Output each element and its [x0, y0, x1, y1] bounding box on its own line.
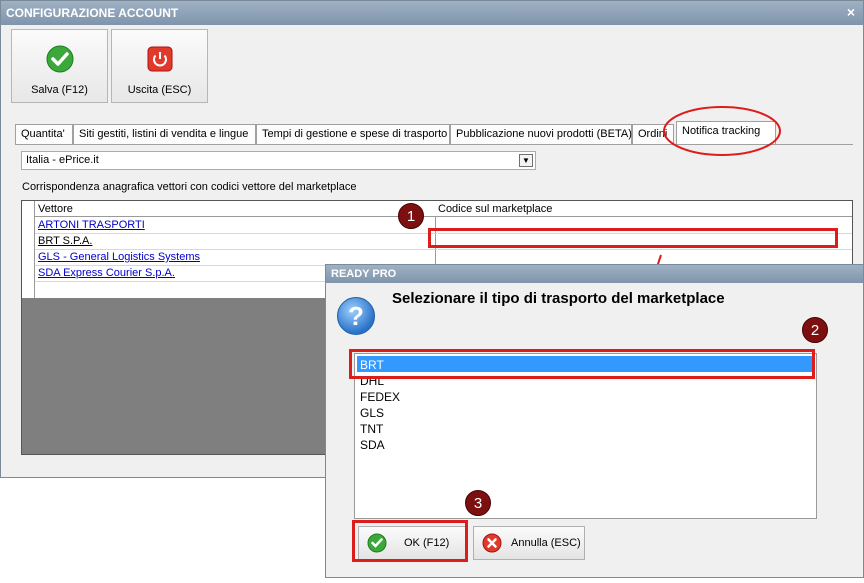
save-button-label: Salva (F12) [31, 84, 88, 96]
column-header-code[interactable]: Codice sul marketplace [438, 203, 552, 215]
window-title: CONFIGURAZIONE ACCOUNT [6, 6, 179, 20]
save-button[interactable]: Salva (F12) [11, 29, 108, 103]
cancel-button[interactable]: Annulla (ESC) [473, 526, 585, 560]
exit-button-label: Uscita (ESC) [127, 84, 192, 96]
column-header-carrier[interactable]: Vettore [38, 203, 73, 215]
question-icon: ? [337, 297, 375, 335]
dialog-title: READY PRO [331, 268, 397, 280]
table-row[interactable]: SDA Express Courier S.p.A. [38, 265, 175, 281]
list-item[interactable]: FEDEX [357, 388, 812, 404]
power-icon [145, 44, 175, 74]
step-badge-2: 2 [802, 317, 828, 343]
tab-quantita[interactable]: Quantita' [15, 124, 73, 144]
tab-highlight-ellipse [663, 106, 781, 156]
description-label: Corrispondenza anagrafica vettori con co… [22, 181, 357, 193]
site-select[interactable]: Italia - ePrice.it ▼ [21, 151, 536, 170]
table-row[interactable]: GLS - General Logistics Systems [38, 249, 200, 265]
table-row[interactable]: ARTONI TRASPORTI [38, 217, 145, 233]
cancel-button-label: Annulla (ESC) [511, 537, 581, 549]
list-item[interactable]: SDA [357, 436, 812, 452]
list-item[interactable]: GLS [357, 404, 812, 420]
chevron-down-icon[interactable]: ▼ [519, 154, 533, 167]
site-select-value: Italia - ePrice.it [26, 154, 99, 166]
grid-header: Vettore Codice sul marketplace [22, 201, 852, 217]
checkmark-icon [45, 44, 75, 74]
title-bar: CONFIGURAZIONE ACCOUNT × [1, 1, 863, 25]
list-item[interactable]: TNT [357, 420, 812, 436]
tab-siti-gestiti[interactable]: Siti gestiti, listini di vendita e lingu… [73, 124, 256, 144]
close-icon[interactable]: × [847, 4, 855, 20]
dialog-title-bar: READY PRO [326, 265, 863, 283]
code-cell-highlight[interactable] [428, 228, 838, 248]
table-row[interactable]: BRT S.P.A. [38, 233, 92, 249]
exit-button[interactable]: Uscita (ESC) [111, 29, 208, 103]
dialog-prompt: Selezionare il tipo di trasporto del mar… [392, 290, 725, 307]
option-highlight [349, 349, 815, 379]
tab-tempi-gestione[interactable]: Tempi di gestione e spese di trasporto [256, 124, 450, 144]
step-badge-3: 3 [465, 490, 491, 516]
ok-button-highlight [352, 520, 468, 562]
tab-pubblicazione[interactable]: Pubblicazione nuovi prodotti (BETA) [450, 124, 632, 144]
row-indicator-column [22, 201, 35, 298]
step-badge-1: 1 [398, 203, 424, 229]
cancel-icon [482, 533, 502, 553]
